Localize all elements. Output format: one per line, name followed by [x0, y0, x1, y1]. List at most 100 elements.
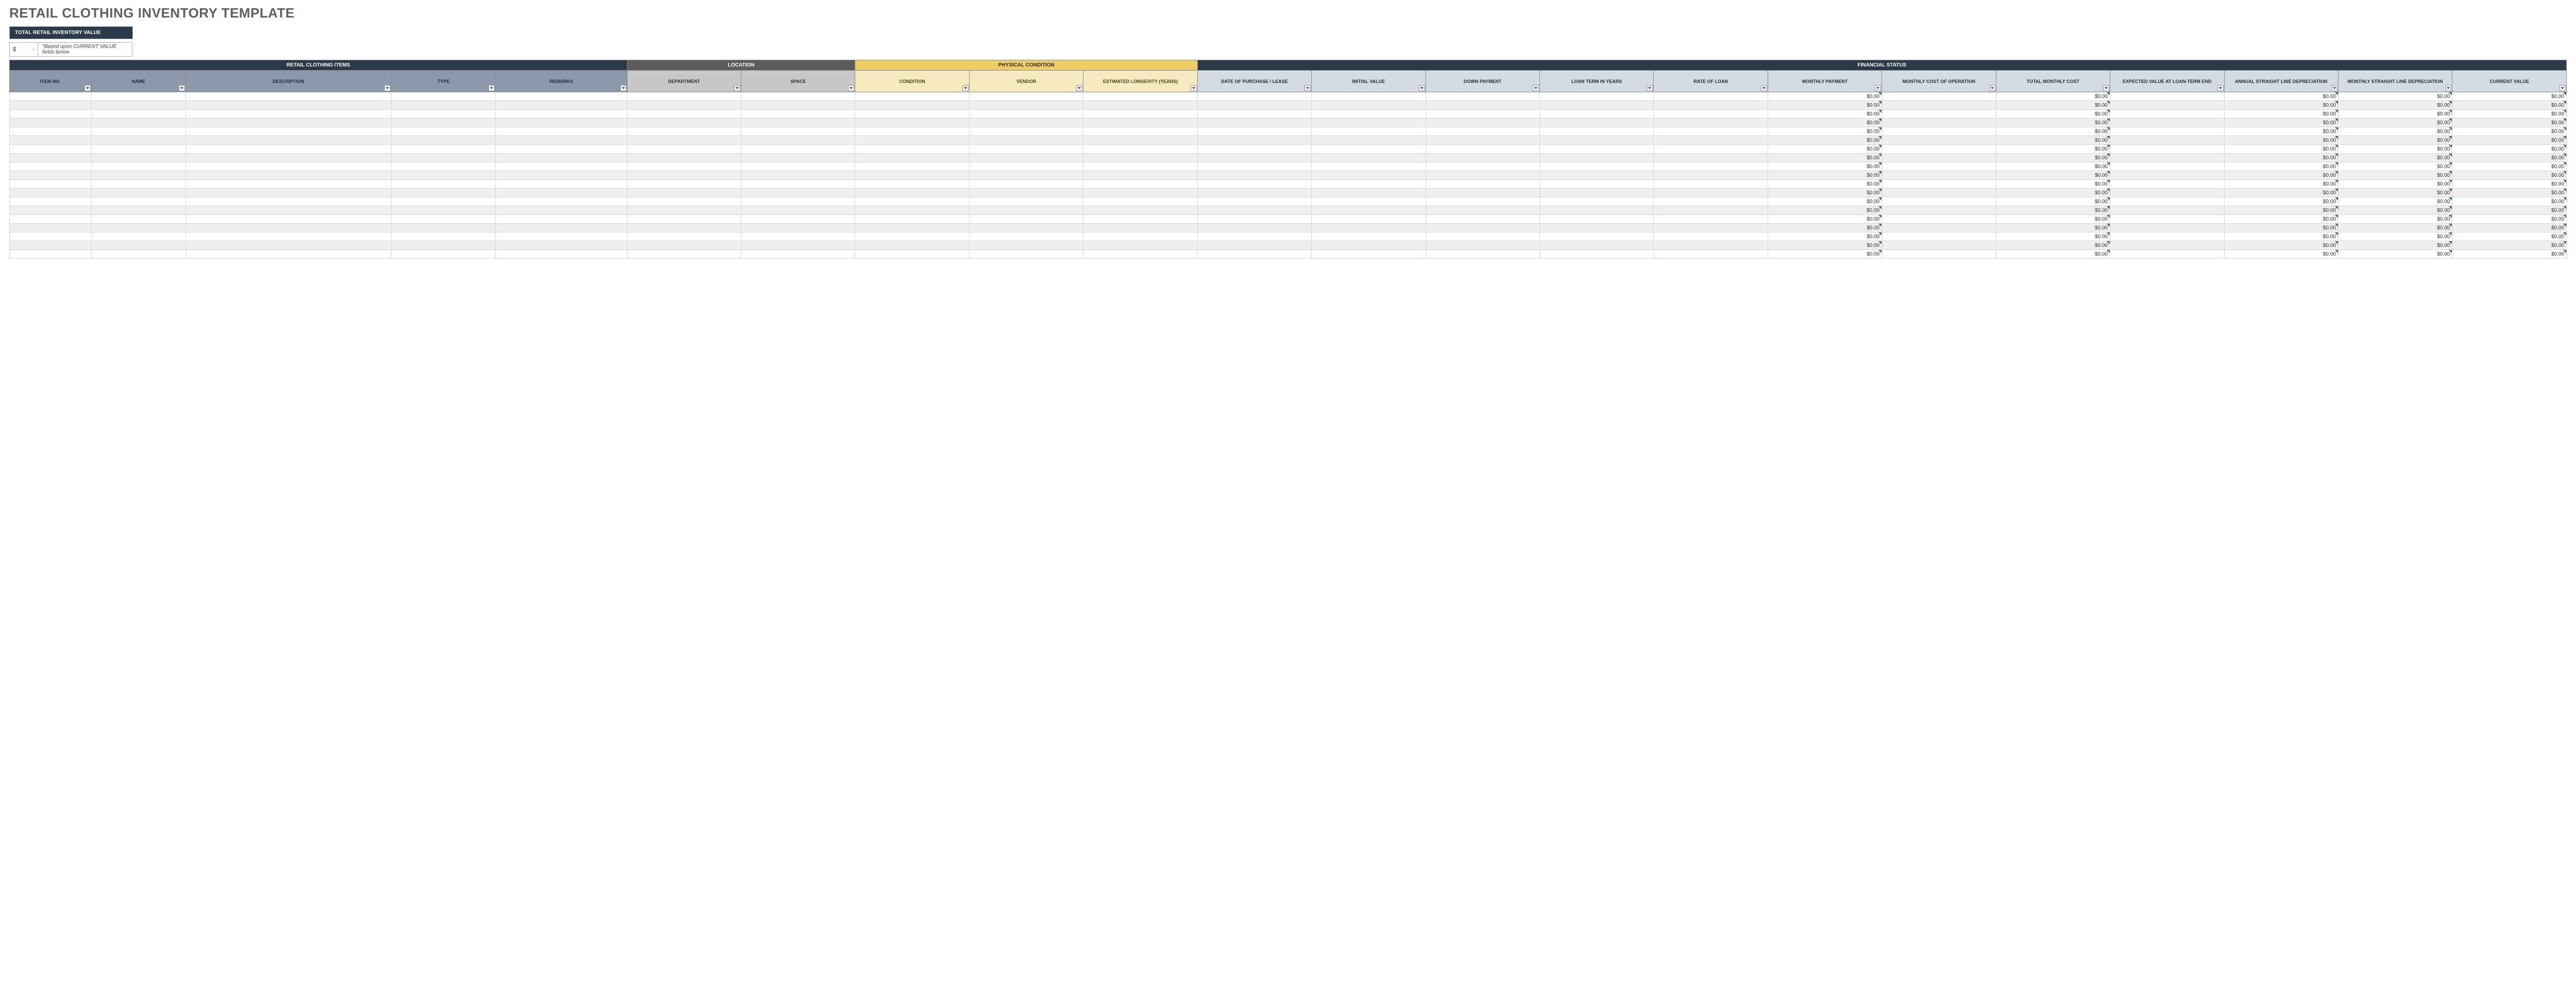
cell-monthly_payment[interactable]: $0.00: [1768, 189, 1882, 197]
cell-est_longevity[interactable]: [1083, 162, 1197, 171]
cell-vendor[interactable]: [969, 136, 1083, 145]
cell-monthly_cost_op[interactable]: [1882, 101, 1996, 110]
cell-rate_of_loan[interactable]: [1654, 127, 1768, 136]
cell-initial_value[interactable]: [1312, 189, 1426, 197]
cell-expected_value_end[interactable]: [2110, 206, 2224, 215]
cell-monthly_cost_op[interactable]: [1882, 162, 1996, 171]
cell-type[interactable]: [392, 92, 496, 101]
cell-monthly_sl_dep[interactable]: $0.00: [2338, 136, 2452, 145]
cell-department[interactable]: [627, 197, 741, 206]
cell-loan_term[interactable]: [1539, 180, 1653, 189]
cell-name[interactable]: [91, 119, 185, 127]
cell-space[interactable]: [741, 180, 855, 189]
cell-est_longevity[interactable]: [1083, 171, 1197, 180]
filter-dropdown-icon[interactable]: [1761, 85, 1767, 91]
cell-date_purchase[interactable]: [1197, 92, 1311, 101]
cell-rate_of_loan[interactable]: [1654, 215, 1768, 224]
cell-vendor[interactable]: [969, 110, 1083, 119]
cell-condition[interactable]: [855, 171, 969, 180]
cell-down_payment[interactable]: [1426, 224, 1539, 232]
cell-monthly_sl_dep[interactable]: $0.00: [2338, 224, 2452, 232]
cell-total_monthly_cost[interactable]: $0.00: [1996, 171, 2110, 180]
cell-monthly_payment[interactable]: $0.00: [1768, 197, 1882, 206]
cell-monthly_sl_dep[interactable]: $0.00: [2338, 154, 2452, 162]
cell-remarks[interactable]: [496, 127, 627, 136]
cell-down_payment[interactable]: [1426, 110, 1539, 119]
cell-space[interactable]: [741, 189, 855, 197]
cell-loan_term[interactable]: [1539, 197, 1653, 206]
cell-department[interactable]: [627, 224, 741, 232]
cell-name[interactable]: [91, 180, 185, 189]
cell-current_value[interactable]: $0.00: [2452, 232, 2567, 241]
cell-total_monthly_cost[interactable]: $0.00: [1996, 215, 2110, 224]
cell-monthly_cost_op[interactable]: [1882, 154, 1996, 162]
cell-est_longevity[interactable]: [1083, 127, 1197, 136]
cell-loan_term[interactable]: [1539, 136, 1653, 145]
cell-current_value[interactable]: $0.00: [2452, 101, 2567, 110]
cell-description[interactable]: [185, 189, 392, 197]
cell-date_purchase[interactable]: [1197, 136, 1311, 145]
cell-item_no[interactable]: [10, 189, 92, 197]
cell-rate_of_loan[interactable]: [1654, 171, 1768, 180]
cell-type[interactable]: [392, 197, 496, 206]
cell-department[interactable]: [627, 250, 741, 259]
cell-remarks[interactable]: [496, 154, 627, 162]
cell-department[interactable]: [627, 162, 741, 171]
cell-description[interactable]: [185, 180, 392, 189]
cell-expected_value_end[interactable]: [2110, 171, 2224, 180]
cell-item_no[interactable]: [10, 145, 92, 154]
cell-initial_value[interactable]: [1312, 145, 1426, 154]
cell-down_payment[interactable]: [1426, 206, 1539, 215]
cell-loan_term[interactable]: [1539, 189, 1653, 197]
cell-date_purchase[interactable]: [1197, 224, 1311, 232]
cell-item_no[interactable]: [10, 110, 92, 119]
cell-item_no[interactable]: [10, 127, 92, 136]
cell-space[interactable]: [741, 241, 855, 250]
cell-initial_value[interactable]: [1312, 197, 1426, 206]
cell-down_payment[interactable]: [1426, 154, 1539, 162]
cell-remarks[interactable]: [496, 162, 627, 171]
cell-initial_value[interactable]: [1312, 171, 1426, 180]
cell-type[interactable]: [392, 171, 496, 180]
cell-condition[interactable]: [855, 92, 969, 101]
cell-vendor[interactable]: [969, 180, 1083, 189]
cell-name[interactable]: [91, 154, 185, 162]
cell-remarks[interactable]: [496, 241, 627, 250]
cell-current_value[interactable]: $0.00: [2452, 154, 2567, 162]
cell-monthly_sl_dep[interactable]: $0.00: [2338, 215, 2452, 224]
cell-remarks[interactable]: [496, 215, 627, 224]
cell-name[interactable]: [91, 197, 185, 206]
cell-name[interactable]: [91, 232, 185, 241]
cell-current_value[interactable]: $0.00: [2452, 110, 2567, 119]
cell-est_longevity[interactable]: [1083, 110, 1197, 119]
cell-monthly_payment[interactable]: $0.00: [1768, 224, 1882, 232]
cell-down_payment[interactable]: [1426, 127, 1539, 136]
cell-vendor[interactable]: [969, 197, 1083, 206]
cell-department[interactable]: [627, 206, 741, 215]
cell-type[interactable]: [392, 127, 496, 136]
cell-vendor[interactable]: [969, 154, 1083, 162]
cell-department[interactable]: [627, 136, 741, 145]
cell-monthly_payment[interactable]: $0.00: [1768, 119, 1882, 127]
cell-date_purchase[interactable]: [1197, 101, 1311, 110]
filter-dropdown-icon[interactable]: [2217, 85, 2224, 91]
cell-est_longevity[interactable]: [1083, 197, 1197, 206]
cell-condition[interactable]: [855, 241, 969, 250]
cell-description[interactable]: [185, 197, 392, 206]
cell-down_payment[interactable]: [1426, 215, 1539, 224]
cell-condition[interactable]: [855, 224, 969, 232]
cell-date_purchase[interactable]: [1197, 206, 1311, 215]
cell-item_no[interactable]: [10, 224, 92, 232]
cell-annual_sl_dep[interactable]: $0.00: [2224, 241, 2338, 250]
cell-name[interactable]: [91, 136, 185, 145]
cell-est_longevity[interactable]: [1083, 101, 1197, 110]
cell-remarks[interactable]: [496, 110, 627, 119]
cell-item_no[interactable]: [10, 215, 92, 224]
filter-dropdown-icon[interactable]: [1533, 85, 1539, 91]
cell-space[interactable]: [741, 154, 855, 162]
cell-remarks[interactable]: [496, 189, 627, 197]
cell-est_longevity[interactable]: [1083, 136, 1197, 145]
cell-department[interactable]: [627, 101, 741, 110]
cell-annual_sl_dep[interactable]: $0.00: [2224, 224, 2338, 232]
cell-down_payment[interactable]: [1426, 145, 1539, 154]
